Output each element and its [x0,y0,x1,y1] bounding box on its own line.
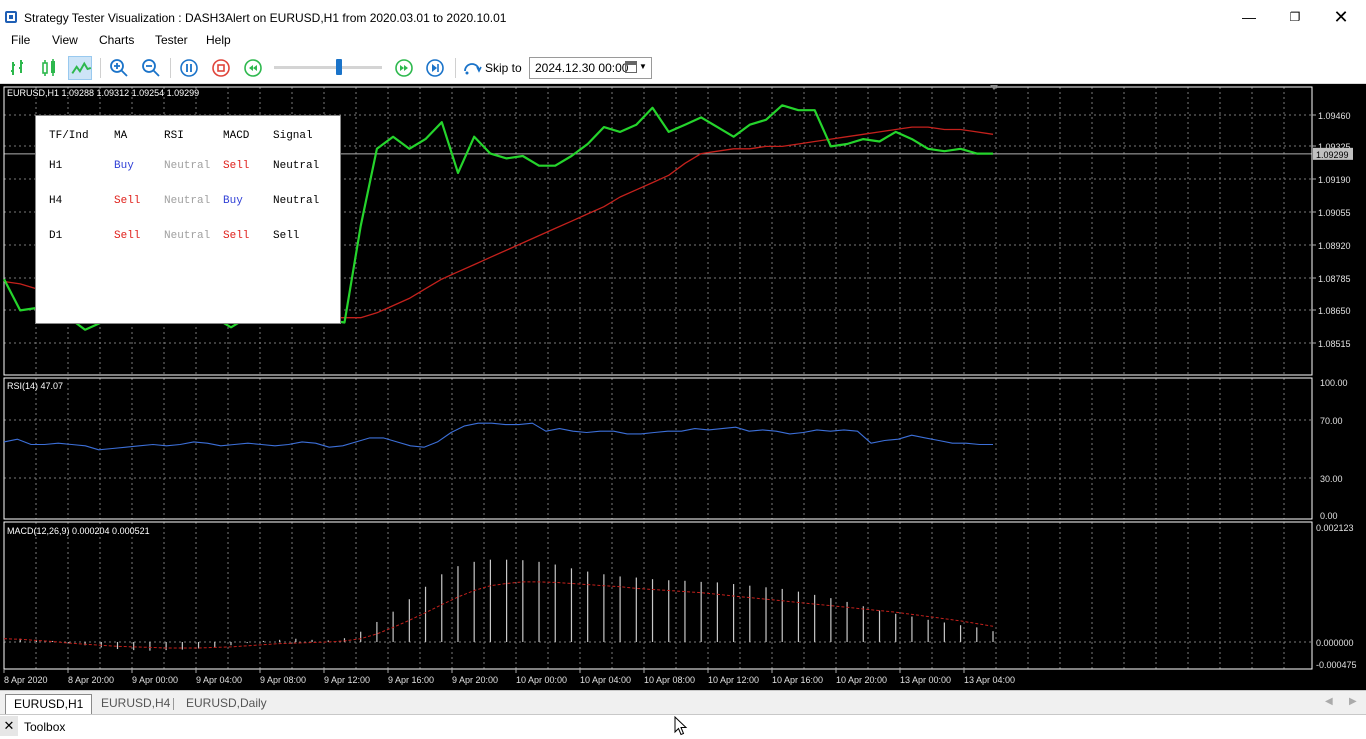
restore-button[interactable]: ❐ [1272,4,1318,30]
menu-file[interactable]: File [11,33,30,47]
rsi-line [3,422,993,451]
toolbox-label[interactable]: Toolbox [24,720,65,734]
dashboard-cell-d1-macd: Sell [223,230,250,242]
toolbox-close-icon[interactable]: ✕ [0,716,18,736]
line-chart-icon[interactable] [68,56,92,80]
macd-info: MACD(12,26,9) 0.000204 0.000521 [7,526,150,536]
dashboard-cell-h4-macd: Buy [223,195,243,207]
dashboard-cell-h4-rsi: Neutral [164,195,211,207]
toolbar [0,52,1366,84]
menu-charts[interactable]: Charts [99,33,134,47]
dashboard-cell-h1-signal: Neutral [273,160,320,172]
menu-bar: File View Charts Tester Help [0,30,1366,52]
panel-border [3,521,1313,670]
time-axis-label: 9 Apr 08:00 [260,675,306,685]
chevron-right-icon[interactable]: ▶ [1349,696,1357,707]
macd-signal-line [3,581,994,649]
zoom-in-icon[interactable] [107,56,131,80]
macd-axis-label: -0.000475 [1316,660,1357,670]
rewind-icon[interactable] [241,56,265,80]
speed-slider-thumb[interactable] [335,59,342,75]
dashboard-cell-h1-macd: Sell [223,160,250,172]
time-axis-label: 10 Apr 00:00 [516,675,567,685]
price-axis-label: 1.08785 [1318,274,1351,284]
time-axis-label: 10 Apr 12:00 [708,675,759,685]
window-title: Strategy Tester Visualization : DASH3Ale… [24,11,507,25]
price-axis-label: 1.09460 [1318,111,1351,121]
rsi-axis-label: 0.00 [1320,511,1338,521]
time-axis-label: 10 Apr 16:00 [772,675,823,685]
time-axis-label: 9 Apr 00:00 [132,675,178,685]
skip-to-label: Skip to [485,61,522,75]
rsi-axis-label: 100.00 [1320,378,1348,388]
bar-chart-icon[interactable] [6,56,30,80]
time-axis-label: 9 Apr 04:00 [196,675,242,685]
dashboard-cell-d1-rsi: Neutral [164,230,211,242]
dashboard-header-signal: Signal [273,130,313,142]
main-chart-info: EURUSD,H1 1.09288 1.09312 1.09254 1.0929… [7,88,199,98]
tab-eurusd-h4[interactable]: EURUSD,H4 [93,694,178,714]
minimize-button[interactable]: — [1226,4,1272,30]
tab-eurusd-daily[interactable]: EURUSD,Daily [178,694,275,714]
calendar-icon[interactable] [625,61,637,73]
dashboard-cell-h4-ma: Sell [114,195,141,207]
title-bar: Strategy Tester Visualization : DASH3Ale… [0,0,1366,30]
time-axis-label: 9 Apr 16:00 [388,675,434,685]
macd-axis-label: 0.000000 [1316,638,1354,648]
time-axis-label: 13 Apr 00:00 [900,675,951,685]
dashboard-header-tfind: TF/Ind [49,130,89,142]
price-axis-label: 1.09190 [1318,175,1351,185]
dashboard-header-macd: MACD [223,130,250,142]
chart-area[interactable]: 1.09460 1.09325 1.09190 1.09055 1.08920 1.087… [0,84,1366,690]
tab-eurusd-h1[interactable]: EURUSD,H1 [5,694,93,714]
dashboard-cell-h1-tf: H1 [49,160,63,172]
app-icon [5,11,17,23]
chevron-left-icon[interactable]: ◀ [1325,696,1333,707]
indicator-dashboard: TF/Ind MA RSI MACD Signal H1 Buy Neutral Sell Neu… [35,115,341,324]
time-axis-label: 13 Apr 04:00 [964,675,1015,685]
rsi-info: RSI(14) 47.07 [7,381,63,391]
time-axis-label: 9 Apr 20:00 [452,675,498,685]
zoom-out-icon[interactable] [139,56,163,80]
price-axis-label: 1.08515 [1318,339,1351,349]
price-axis-label: 1.08650 [1318,306,1351,316]
dashboard-header-ma: MA [114,130,128,142]
dashboard-cell-d1-ma: Sell [114,230,141,242]
price-axis-label: 1.09055 [1318,208,1351,218]
candlestick-icon[interactable] [37,56,61,80]
fast-forward-icon[interactable] [392,56,416,80]
time-axis-label: 8 Apr 20:00 [68,675,114,685]
rsi-axis-label: 70.00 [1320,416,1343,426]
macd-axis-label: 0.002123 [1316,523,1354,533]
menu-tester[interactable]: Tester [155,33,188,47]
dashboard-cell-d1-tf: D1 [49,230,63,242]
time-axis-label: 10 Apr 04:00 [580,675,631,685]
step-forward-icon[interactable] [423,56,447,80]
time-axis-label: 10 Apr 08:00 [644,675,695,685]
time-axis-label: 9 Apr 12:00 [324,675,370,685]
dashboard-cell-h4-tf: H4 [49,195,63,207]
close-button[interactable]: ✕ [1318,4,1364,30]
current-price-label: 1.09299 [1316,150,1349,160]
stop-icon[interactable] [209,56,233,80]
dashboard-cell-h4-signal: Neutral [273,195,320,207]
macd-series [3,559,994,651]
panel-border [3,377,1313,520]
time-axis-label: 10 Apr 20:00 [836,675,887,685]
speed-slider-track[interactable] [274,66,382,69]
rsi-axis-label: 30.00 [1320,474,1343,484]
skip-to-icon[interactable] [460,56,484,80]
price-axis-label: 1.08920 [1318,241,1351,251]
menu-view[interactable]: View [52,33,78,47]
dashboard-cell-h1-rsi: Neutral [164,160,211,172]
dashboard-cell-d1-signal: Sell [273,230,300,242]
dashboard-cell-h1-ma: Buy [114,160,134,172]
menu-help[interactable]: Help [206,33,231,47]
chart-tabs-bar: EURUSD,H1 EURUSD,H4 EURUSD,Daily ◀ ▶ [0,690,1366,714]
chevron-down-icon[interactable]: ▼ [639,62,647,71]
rsi-series [3,422,993,451]
time-axis-label: 8 Apr 2020 [4,675,48,685]
dashboard-header-rsi: RSI [164,130,184,142]
pause-icon[interactable] [177,56,201,80]
